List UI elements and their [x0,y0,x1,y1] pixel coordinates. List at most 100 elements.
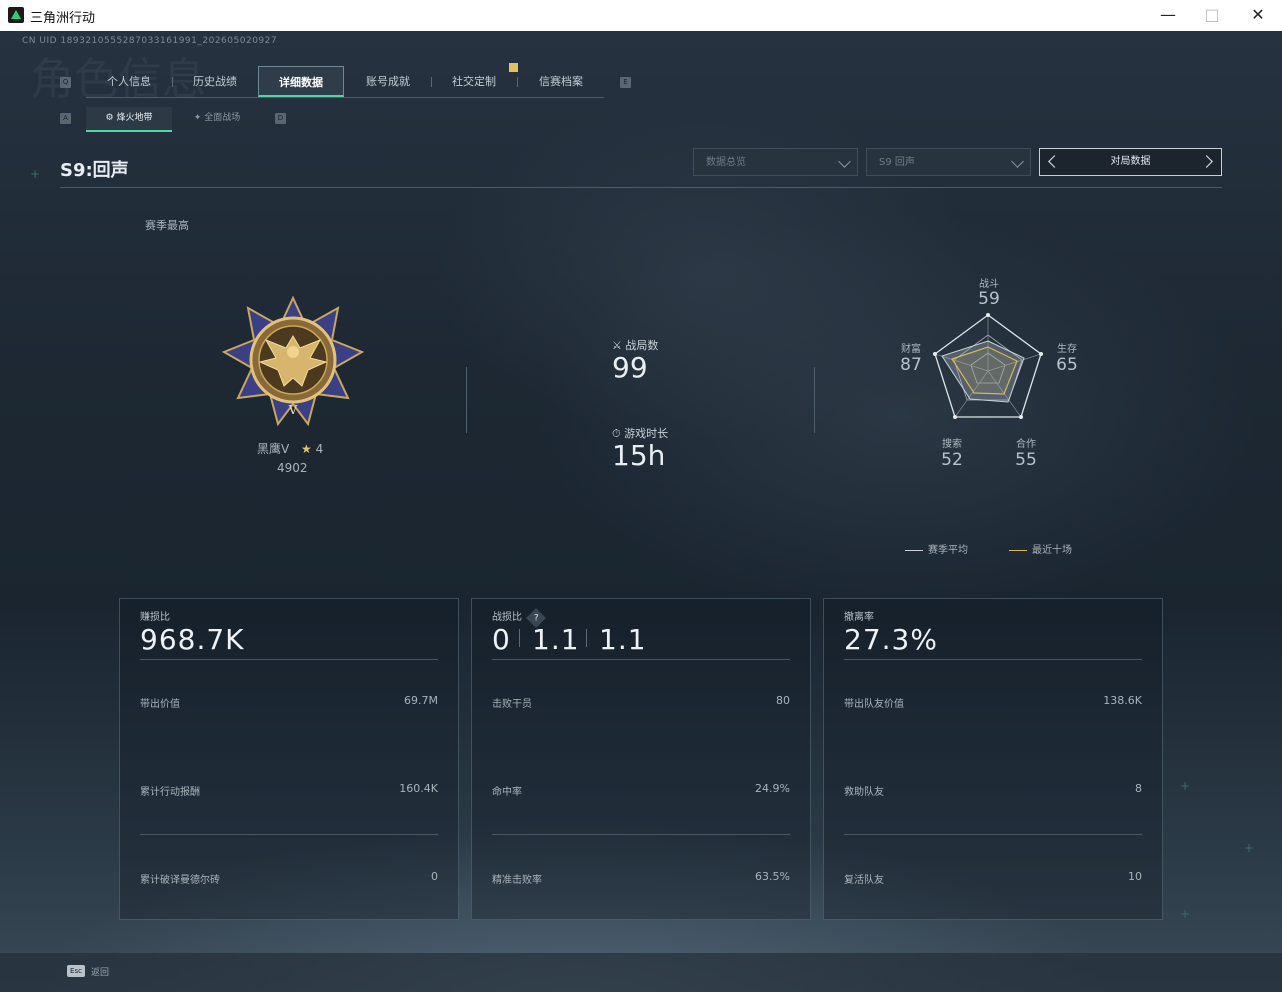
panel-row-value: 10 [1128,870,1142,883]
kd-ratio-panel: 战损比 ? 0 1.1 1.1 击败干员 80 命中率 24.9% 精准击败率 … [471,598,811,920]
season-dropdown[interactable]: S9 回声 [866,148,1031,176]
radar-value-search: 52 [941,450,963,470]
legend-season-average-label: 赛季平均 [928,545,968,556]
legend-season-average: 赛季平均 [905,541,968,556]
panel-title: 撤离率 [844,612,874,623]
decor-plus-icon: + [30,167,41,181]
tab-achievements[interactable]: 账号成就 [345,66,431,97]
panel-row-label: 复活队友 [844,875,884,886]
chevron-down-icon [838,155,851,168]
panel-row-value: 24.9% [755,782,790,795]
playtime-value: 15h [612,439,666,472]
panel-row-value: 63.5% [755,870,790,883]
pager-next-button[interactable] [1200,155,1213,168]
season-best-label: 赛季最高 [145,219,189,232]
back-label[interactable]: 返回 [91,965,109,978]
notification-badge [509,63,518,72]
maximize-button[interactable]: □ [1192,4,1232,26]
prev-subtab-key-hint: A [60,113,71,124]
main-tabs: 个人信息 历史战绩 详细数据 账号成就 社交定制 信赛档案 [86,66,604,98]
window-title: 三角洲行动 [30,11,96,26]
panel-row-value: 138.6K [1103,694,1142,707]
panel-row-value: 0 [431,870,438,883]
legend-line-icon [905,549,923,551]
panel-divider [492,659,790,660]
header-divider [60,187,1222,188]
scope-dropdown[interactable]: 数据总览 [693,148,858,176]
next-subtab-key-hint: D [275,113,286,124]
bottom-bar [0,953,1282,992]
profit-loss-panel: 赚损比 968.7K 带出价值 69.7M 累计行动报酬 160.4K 累计破译… [119,598,459,920]
legend-last-ten: 最近十场 [1009,541,1072,556]
panel-divider [844,834,1142,835]
panel-divider [844,659,1142,660]
extraction-rate-panel: 撤离率 27.3% 带出队友价值 138.6K 救助队友 8 复活队友 10 [823,598,1163,920]
panel-title: 赚损比 [140,612,170,623]
panel-row-label: 命中率 [492,787,522,798]
kd-value-1: 0 [492,623,511,656]
tab-social-custom[interactable]: 社交定制 [431,66,517,97]
section-divider [814,367,815,433]
panel-row-label: 精准击败率 [492,875,542,886]
panel-divider [140,834,438,835]
star-icon: ★ [301,442,312,456]
subtab-operations[interactable]: ⚙ 烽火地带 [86,107,172,132]
panel-divider [140,659,438,660]
tab-detailed-data[interactable]: 详细数据 [258,66,344,97]
tab-personal-info[interactable]: 个人信息 [86,66,172,97]
app-logo-icon [8,7,24,23]
panel-main-value: 968.7K [140,623,245,656]
rank-score: 4902 [277,461,308,475]
rank-name: 黑鹰V ★ 4 [257,440,323,457]
decor-plus-icon: + [1180,907,1191,921]
rank-name-text: 黑鹰V [257,442,290,456]
panel-row-label: 累计破译曼德尔砖 [140,875,220,886]
panel-row-value: 69.7M [404,694,438,707]
season-title: S9:回声 [60,160,129,181]
rank-stars: 4 [315,442,324,456]
value-separator [519,629,520,647]
ability-radar-chart [933,313,1043,419]
tab-match-history[interactable]: 历史战绩 [172,66,258,97]
kd-value-2: 1.1 [532,623,580,656]
pager-prev-button[interactable] [1048,155,1061,168]
pager-label: 对局数据 [1110,156,1151,167]
prev-tab-key-hint: Q [60,77,71,88]
matches-value: 99 [612,351,648,384]
rank-medal-icon: V [222,296,364,427]
radar-label-survival: 生存 [1057,344,1077,355]
panel-row-value: 80 [776,694,790,707]
tab-reputation-file[interactable]: 信赛档案 [518,66,604,97]
section-divider [466,367,467,433]
panel-row-label: 带出价值 [140,699,180,710]
value-separator [586,629,587,647]
warfare-icon: ✦ [193,113,205,123]
legend-line-icon [1009,549,1027,551]
radar-label-wealth: 财富 [901,344,921,355]
panel-row-value: 160.4K [399,782,438,795]
panel-row-value: 8 [1135,782,1142,795]
subtab-warfare[interactable]: ✦ 全面战场 [174,107,260,130]
kd-value-3: 1.1 [599,623,647,656]
panel-row-label: 带出队友价值 [844,699,904,710]
next-tab-key-hint: E [620,77,631,88]
minimize-button[interactable]: — [1148,4,1188,26]
player-uid: CN UID 1893210555287033161991_2026050209… [22,36,278,46]
radar-label-cooperation: 合作 [1016,439,1036,450]
season-dropdown-value: S9 回声 [879,157,915,168]
decor-plus-icon: + [1244,841,1255,855]
panel-row-label: 救助队友 [844,787,884,798]
window-titlebar: 三角洲行动 — □ ✕ [0,0,1282,32]
legend-last-ten-label: 最近十场 [1032,545,1072,556]
panel-title: 战损比 [492,612,522,623]
decor-plus-icon: + [1180,779,1191,793]
radar-value-combat: 59 [978,289,1000,309]
esc-key-hint[interactable]: Esc [67,965,85,977]
svg-text:V: V [288,403,298,417]
operations-icon: ⚙ [105,113,117,123]
radar-value-survival: 65 [1056,355,1078,375]
subtab-warfare-label: 全面战场 [204,113,241,123]
panel-main-value: 27.3% [844,623,938,656]
radar-value-wealth: 87 [900,355,922,375]
close-button[interactable]: ✕ [1238,4,1278,26]
